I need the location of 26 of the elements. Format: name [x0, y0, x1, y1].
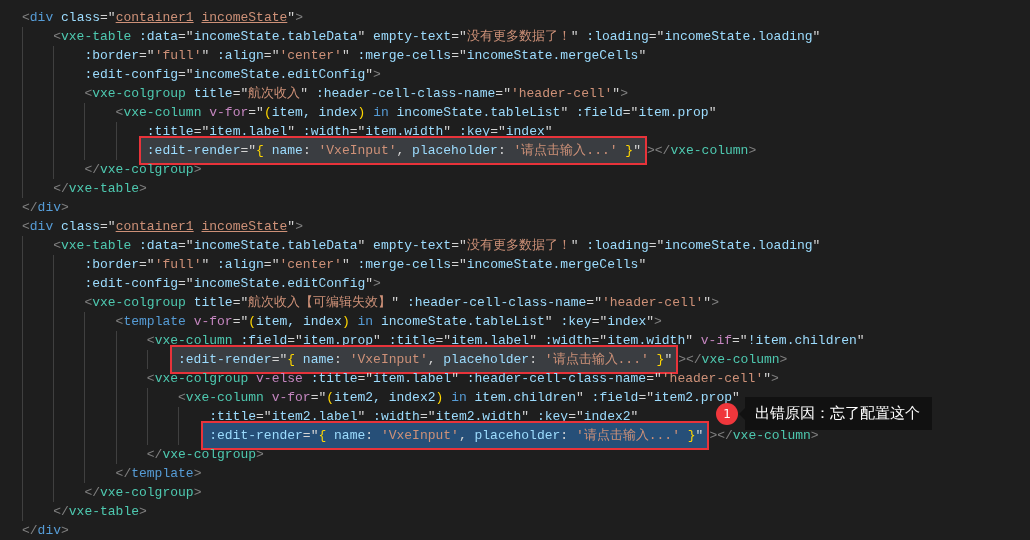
code-line: </div>: [22, 199, 69, 217]
highlighted-code: :edit-render="{ name: 'VxeInput', placeholder: '请点击输入...' }": [170, 345, 679, 374]
code-line: </div>: [22, 522, 69, 540]
code-line: <div class="container1 incomeState">: [22, 9, 303, 27]
code-line: <template v-for="(item, index) in incomeState.tableList" :key="index">: [115, 313, 662, 331]
code-line: </template>: [115, 465, 202, 483]
code-line: :border="'full'" :align="'center'" :merge-cells="incomeState.mergeCells": [84, 256, 647, 274]
code-line: :edit-config="incomeState.editConfig">: [84, 275, 381, 293]
highlighted-code: :edit-render="{ name: 'VxeInput', placeholder: '请点击输入...' }": [138, 136, 647, 165]
code-line: <vxe-table :data="incomeState.tableData" empty-text="没有更多数据了！" :loading="incomeState.loading": [53, 28, 821, 46]
code-line: :border="'full'" :align="'center'" :merge-cells="incomeState.mergeCells": [84, 47, 647, 65]
code-line: <vxe-colgroup title="航次收入【可编辑失效】" :header-cell-class-name="'header-cell'">: [84, 294, 719, 312]
code-line: </vxe-colgroup>: [84, 484, 202, 502]
code-line: ></vxe-column>: [709, 427, 819, 445]
highlighted-code: :edit-render="{ name: 'VxeInput', placeholder: '请点击输入...' }": [201, 421, 710, 450]
number-badge: 1: [716, 402, 738, 425]
code-line: </vxe-table>: [53, 503, 147, 521]
code-line: <vxe-table :data="incomeState.tableData" empty-text="没有更多数据了！" :loading="incomeState.loading": [53, 237, 821, 255]
code-line: <div class="container1 incomeState">: [22, 218, 303, 236]
code-line: <vxe-colgroup title="航次收入" :header-cell-class-name="'header-cell'">: [84, 85, 628, 103]
code-line: :edit-config="incomeState.editConfig">: [84, 66, 381, 84]
code-line: ></vxe-column>: [678, 351, 788, 369]
code-line: </vxe-table>: [53, 180, 147, 198]
code-line: ></vxe-column>: [647, 142, 757, 160]
annotation-tooltip: 出错原因：忘了配置这个: [739, 397, 932, 430]
code-line: <vxe-column v-for="(item, index) in incomeState.tableList" :field="item.prop": [115, 104, 717, 122]
